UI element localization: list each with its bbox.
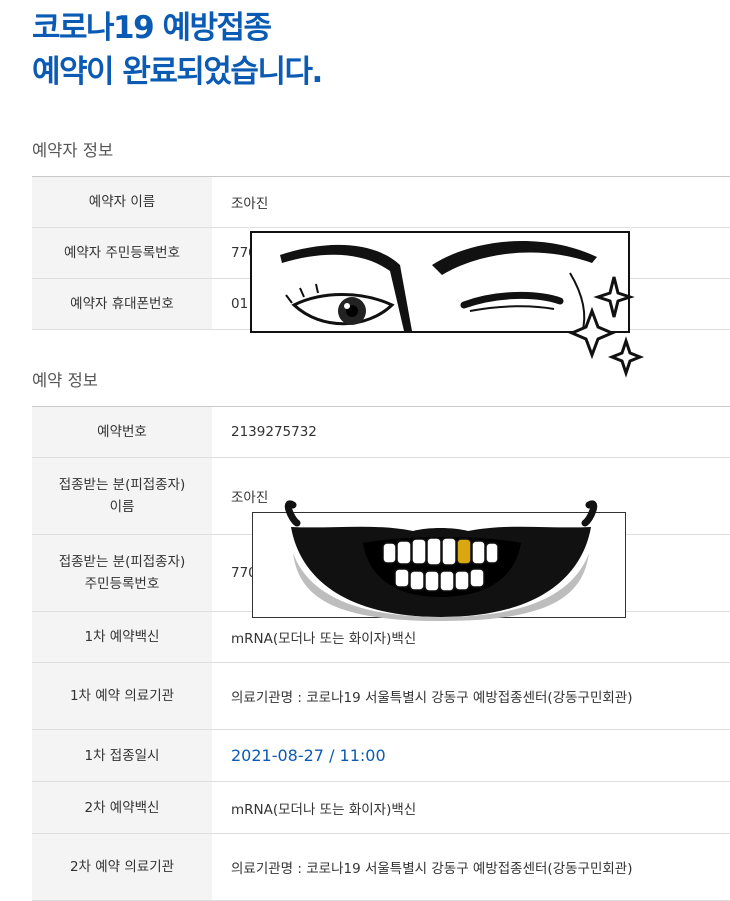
row-label: 2차 예약백신 (32, 781, 212, 834)
table-row: 2차 예약백신 mRNA(모더나 또는 화이자)백신 (32, 781, 730, 834)
row-value: mRNA(모더나 또는 화이자)백신 (212, 781, 730, 834)
row-label: 접종받는 분(피접종자) 주민등록번호 (32, 534, 212, 612)
row-label: 1차 예약백신 (32, 611, 212, 663)
reservation-info-table: 예약번호 2139275732 접종받는 분(피접종자) 이름 조아진 접종받는… (32, 406, 730, 901)
row-label: 1차 예약 의료기관 (32, 662, 212, 730)
table-row: 예약자 이름 조아진 (32, 176, 730, 228)
vaccination-datetime: 2021-08-27 / 11:00 (212, 729, 730, 782)
winking-eyes-sticker (250, 231, 645, 378)
row-label: 예약자 휴대폰번호 (32, 278, 212, 330)
page-title: 코로나19 예방접종 예약이 완료되었습니다. (32, 6, 323, 94)
row-label: 예약자 주민등록번호 (32, 227, 212, 279)
row-label-line-2: 이름 (109, 499, 135, 515)
table-row: 2차 예약 의료기관 의료기관명 : 코로나19 서울특별시 강동구 예방접종센… (32, 833, 730, 901)
gold-tooth (456, 538, 472, 565)
row-label: 1차 접종일시 (32, 729, 212, 782)
row-label: 접종받는 분(피접종자) 이름 (32, 457, 212, 535)
page-title-line-2: 예약이 완료되었습니다. (32, 54, 323, 90)
grinning-mouth-sticker (252, 500, 626, 621)
row-label-line-1: 접종받는 분(피접종자) (58, 477, 186, 493)
row-label: 2차 예약 의료기관 (32, 833, 212, 901)
table-row: 1차 접종일시 2021-08-27 / 11:00 (32, 729, 730, 782)
row-value: 2139275732 (212, 406, 730, 458)
table-row: 1차 예약 의료기관 의료기관명 : 코로나19 서울특별시 강동구 예방접종센… (32, 662, 730, 730)
sparkle-icon (568, 276, 645, 378)
row-label-line-2: 주민등록번호 (84, 576, 160, 592)
row-value: 조아진 (212, 176, 730, 228)
table-row: 1차 예약백신 mRNA(모더나 또는 화이자)백신 (32, 611, 730, 663)
row-label-line-1: 접종받는 분(피접종자) (58, 554, 186, 570)
table-row: 예약번호 2139275732 (32, 406, 730, 458)
row-value: 의료기관명 : 코로나19 서울특별시 강동구 예방접종센터(강동구민회관) (212, 833, 730, 901)
page-title-line-1: 코로나19 예방접종 (32, 10, 272, 46)
row-label: 예약자 이름 (32, 176, 212, 228)
row-value: 의료기관명 : 코로나19 서울특별시 강동구 예방접종센터(강동구민회관) (212, 662, 730, 730)
row-label: 예약번호 (32, 406, 212, 458)
booker-section-title: 예약자 정보 (32, 141, 114, 160)
reservation-section-title: 예약 정보 (32, 371, 98, 390)
grinning-mouth-icon (284, 500, 598, 621)
